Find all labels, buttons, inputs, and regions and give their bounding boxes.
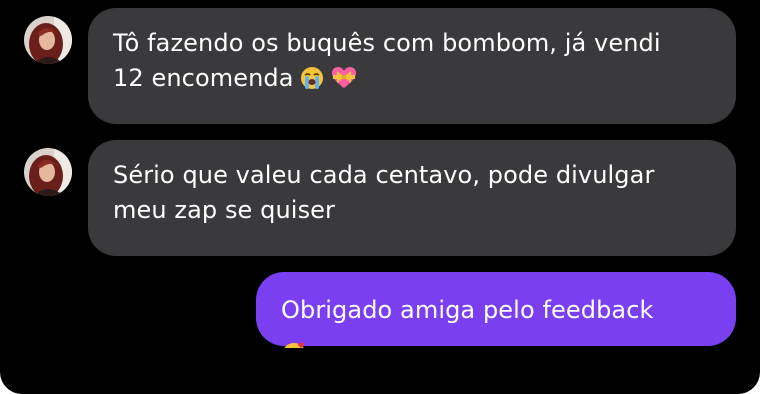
smiling-face-with-hearts-emoji	[281, 342, 307, 348]
message-text-line: Sério que valeu cada centavo, pode divul…	[113, 161, 655, 189]
contact-avatar[interactable]	[24, 16, 72, 64]
chat-thread: Tô fazendo os buquês com bombom, já vend…	[0, 0, 760, 394]
avatar-photo	[24, 148, 72, 196]
message-bubble-incoming[interactable]: Sério que valeu cada centavo, pode divul…	[88, 140, 736, 256]
message-bubble-outgoing[interactable]: Obrigado amiga pelo feedback	[256, 272, 736, 346]
loudly-crying-face-emoji	[300, 66, 324, 90]
avatar-photo	[24, 16, 72, 64]
message-text-line: meu zap se quiser	[113, 196, 336, 224]
heart-with-ribbon-emoji	[331, 66, 357, 90]
message-text-line: Obrigado amiga pelo feedback	[281, 296, 654, 324]
contact-avatar[interactable]	[24, 148, 72, 196]
message-text-fragment: 12 encomenda	[113, 64, 294, 92]
message-text-line: Tô fazendo os buquês com bombom, já vend…	[113, 29, 661, 57]
message-text-line: 12 encomenda	[113, 61, 712, 96]
message-bubble-incoming[interactable]: Tô fazendo os buquês com bombom, já vend…	[88, 8, 736, 124]
